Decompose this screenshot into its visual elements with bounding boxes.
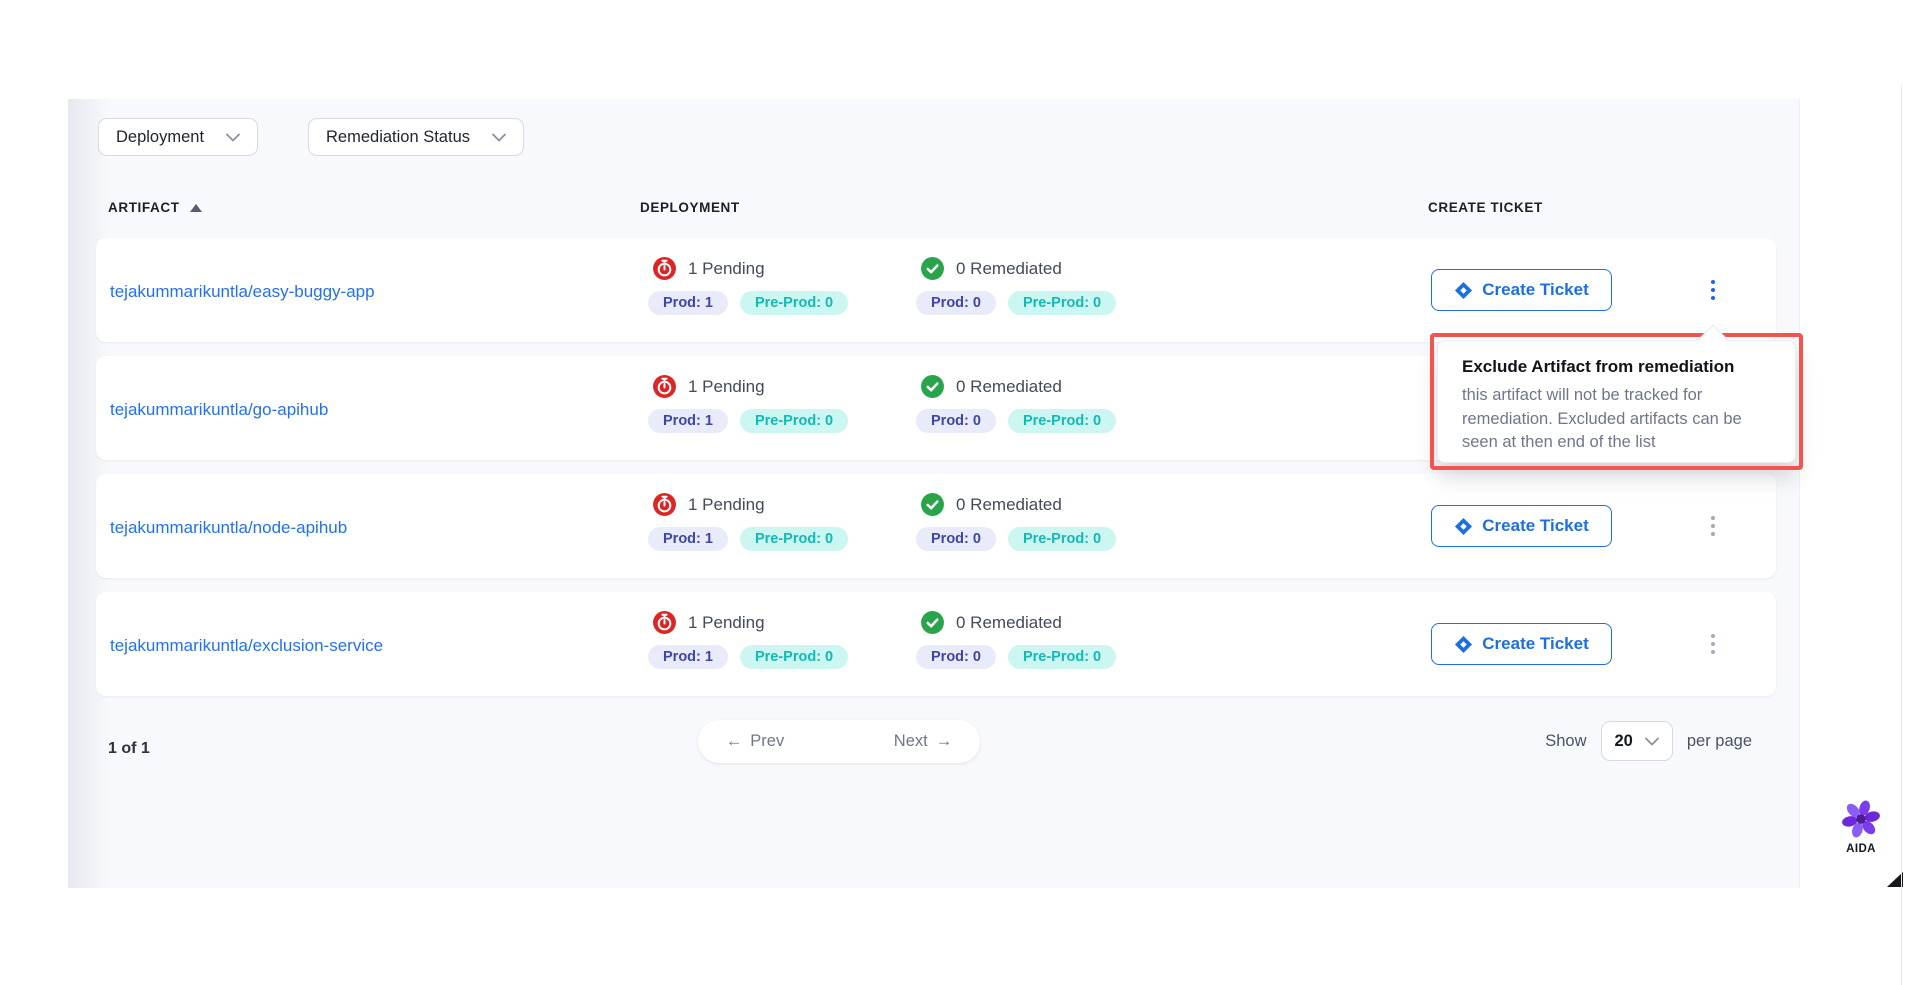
page-size-select[interactable]: 20	[1601, 721, 1673, 761]
next-page-button[interactable]: Next →	[866, 720, 980, 763]
remediated-summary: 0 Remediated	[956, 613, 1062, 633]
column-header-artifact-label: ARTIFACT	[108, 200, 180, 215]
pending-timer-icon	[652, 492, 677, 517]
preprod-badge: Pre-Prod: 0	[1008, 645, 1116, 669]
pending-status-group: 1 Pending Prod: 1 Pre-Prod: 0	[652, 492, 848, 551]
pending-summary: 1 Pending	[688, 377, 765, 397]
aida-label: AIDA	[1846, 843, 1876, 855]
prod-badge: Prod: 1	[648, 291, 728, 315]
deployment-filter-dropdown[interactable]: Deployment	[98, 118, 258, 156]
prev-label: Prev	[750, 732, 784, 751]
preprod-badge: Pre-Prod: 0	[1008, 409, 1116, 433]
column-header-deployment: DEPLOYMENT	[640, 200, 740, 215]
prod-badge: Prod: 0	[916, 291, 996, 315]
scrollbar-track-line	[1901, 85, 1902, 985]
create-ticket-button[interactable]: Create Ticket	[1431, 505, 1612, 547]
page-size-control: Show 20 per page	[1545, 711, 1752, 771]
remediated-status-group: 0 Remediated Prod: 0 Pre-Prod: 0	[920, 610, 1116, 669]
chevron-down-icon	[1645, 737, 1659, 746]
preprod-badge: Pre-Prod: 0	[740, 409, 848, 433]
page-size-value: 20	[1615, 732, 1633, 751]
pager: ← Prev 1 Next →	[698, 720, 980, 763]
preprod-badge: Pre-Prod: 0	[740, 527, 848, 551]
pending-status-group: 1 Pending Prod: 1 Pre-Prod: 0	[652, 610, 848, 669]
column-header-create-ticket: CREATE TICKET	[1428, 200, 1543, 215]
page-summary: 1 of 1	[108, 740, 150, 758]
pending-timer-icon	[652, 610, 677, 635]
remediation-page: Deployment Remediation Status ARTIFACT D…	[0, 0, 1913, 985]
remediated-status-group: 0 Remediated Prod: 0 Pre-Prod: 0	[920, 492, 1116, 551]
remediation-status-filter-dropdown[interactable]: Remediation Status	[308, 118, 524, 156]
prod-badge: Prod: 1	[648, 409, 728, 433]
table-row: tejakummarikuntla/easy-buggy-app 1 Pendi…	[96, 238, 1776, 342]
preprod-badge: Pre-Prod: 0	[740, 645, 848, 669]
row-actions-kebab-icon[interactable]	[1699, 623, 1727, 665]
aida-flower-icon	[1839, 798, 1883, 840]
artifact-link[interactable]: tejakummarikuntla/exclusion-service	[110, 636, 383, 656]
preprod-badge: Pre-Prod: 0	[1008, 527, 1116, 551]
remediated-status-group: 0 Remediated Prod: 0 Pre-Prod: 0	[920, 374, 1116, 433]
prod-badge: Prod: 0	[916, 645, 996, 669]
create-ticket-button[interactable]: Create Ticket	[1431, 623, 1612, 665]
column-header-artifact[interactable]: ARTIFACT	[108, 200, 202, 215]
remediated-check-icon	[920, 256, 945, 281]
jira-diamond-icon	[1454, 635, 1473, 654]
preprod-badge: Pre-Prod: 0	[1008, 291, 1116, 315]
remediation-status-filter-label: Remediation Status	[326, 128, 470, 147]
prod-badge: Prod: 0	[916, 527, 996, 551]
deployment-filter-label: Deployment	[116, 128, 204, 147]
pending-timer-icon	[652, 374, 677, 399]
pending-summary: 1 Pending	[688, 495, 765, 515]
tooltip-body: this artifact will not be tracked for re…	[1462, 384, 1774, 455]
create-ticket-label: Create Ticket	[1482, 280, 1588, 300]
chevron-down-icon	[492, 133, 506, 142]
pending-summary: 1 Pending	[688, 259, 765, 279]
artifact-link[interactable]: tejakummarikuntla/go-apihub	[110, 400, 328, 420]
per-page-label: per page	[1687, 732, 1752, 751]
artifact-table-section: Deployment Remediation Status ARTIFACT D…	[68, 99, 1800, 888]
next-label: Next	[894, 732, 928, 751]
page-number-button[interactable]: 1	[812, 720, 866, 763]
pending-summary: 1 Pending	[688, 613, 765, 633]
remediated-check-icon	[920, 374, 945, 399]
prod-badge: Prod: 1	[648, 645, 728, 669]
create-ticket-button[interactable]: Create Ticket	[1431, 269, 1612, 311]
artifact-link[interactable]: tejakummarikuntla/easy-buggy-app	[110, 282, 375, 302]
row-actions-kebab-icon[interactable]	[1699, 269, 1727, 311]
create-ticket-label: Create Ticket	[1482, 516, 1588, 536]
prod-badge: Prod: 1	[648, 527, 728, 551]
remediated-status-group: 0 Remediated Prod: 0 Pre-Prod: 0	[920, 256, 1116, 315]
chevron-down-icon	[226, 133, 240, 142]
prod-badge: Prod: 0	[916, 409, 996, 433]
pending-status-group: 1 Pending Prod: 1 Pre-Prod: 0	[652, 374, 848, 433]
exclude-artifact-tooltip: Exclude Artifact from remediation this a…	[1437, 340, 1796, 463]
pending-timer-icon	[652, 256, 677, 281]
arrow-right-icon: →	[936, 732, 953, 751]
table-row: tejakummarikuntla/node-apihub 1 Pending …	[96, 474, 1776, 578]
jira-diamond-icon	[1454, 517, 1473, 536]
sort-ascending-icon	[190, 204, 202, 212]
table-row: tejakummarikuntla/exclusion-service 1 Pe…	[96, 592, 1776, 696]
row-actions-kebab-icon[interactable]	[1699, 505, 1727, 547]
preprod-badge: Pre-Prod: 0	[740, 291, 848, 315]
aida-assistant-button[interactable]: AIDA	[1832, 798, 1890, 855]
remediated-check-icon	[920, 610, 945, 635]
remediated-summary: 0 Remediated	[956, 495, 1062, 515]
arrow-left-icon: ←	[726, 732, 743, 751]
remediated-summary: 0 Remediated	[956, 259, 1062, 279]
show-label: Show	[1545, 732, 1586, 751]
artifact-link[interactable]: tejakummarikuntla/node-apihub	[110, 518, 347, 538]
create-ticket-label: Create Ticket	[1482, 634, 1588, 654]
remediated-summary: 0 Remediated	[956, 377, 1062, 397]
prev-page-button[interactable]: ← Prev	[698, 720, 812, 763]
jira-diamond-icon	[1454, 281, 1473, 300]
tooltip-title: Exclude Artifact from remediation	[1462, 357, 1771, 377]
remediated-check-icon	[920, 492, 945, 517]
pending-status-group: 1 Pending Prod: 1 Pre-Prod: 0	[652, 256, 848, 315]
